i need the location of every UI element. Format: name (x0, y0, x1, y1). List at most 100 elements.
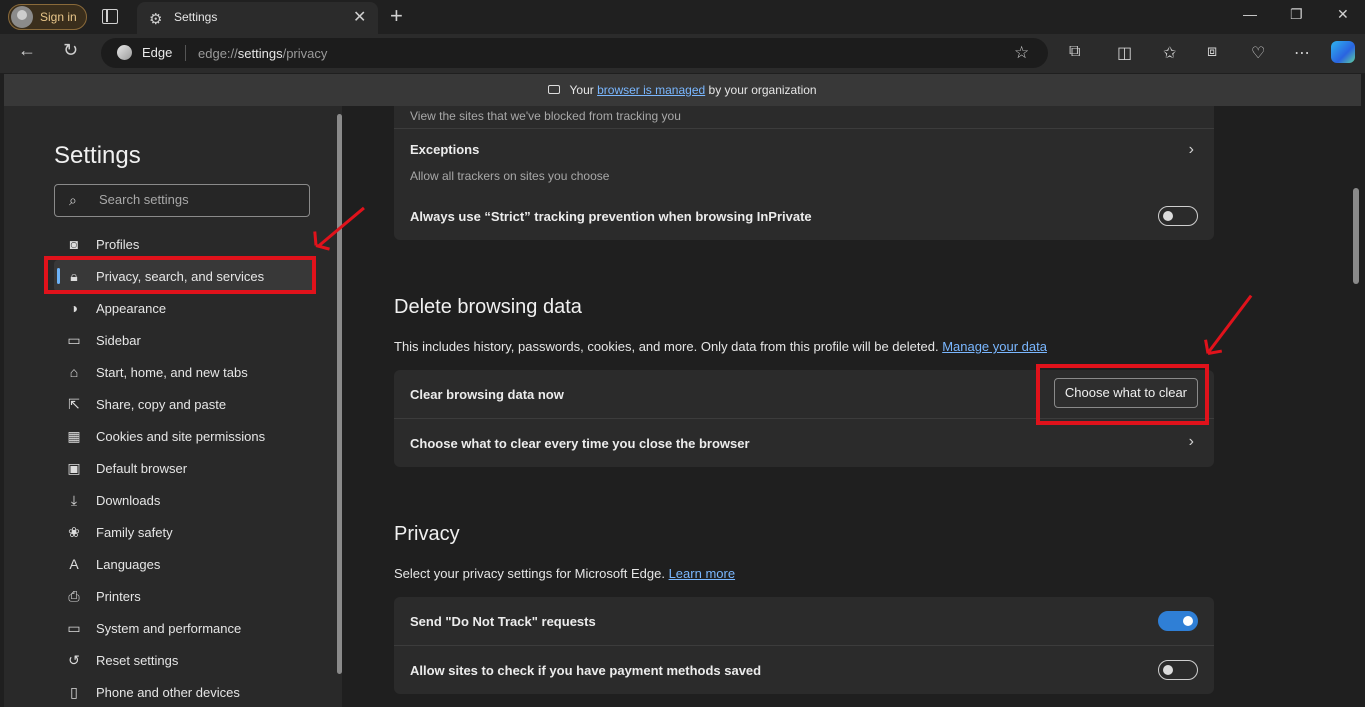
address-divider (185, 45, 186, 61)
do-not-track-label: Send "Do Not Track" requests (410, 614, 596, 629)
search-box[interactable]: ⌕ (54, 184, 310, 217)
clear-on-close-row[interactable]: Choose what to clear every time you clos… (394, 419, 1214, 467)
clear-now-label: Clear browsing data now (410, 387, 564, 402)
tab-settings[interactable]: ⚙ Settings ✕ (137, 2, 378, 34)
sign-in-label: Sign in (40, 10, 77, 24)
chevron-right-icon: › (1188, 141, 1194, 158)
sidebar-item-label: Phone and other devices (96, 685, 240, 700)
split-screen-icon[interactable]: ◫ (1117, 43, 1132, 63)
sidebar-item-downloads[interactable]: ⤓ Downloads (54, 484, 316, 516)
printer-icon: ⎙ (68, 588, 80, 604)
gear-icon: ⚙ (149, 11, 163, 28)
strict-inprivate-row: Always use “Strict” tracking prevention … (394, 191, 1214, 240)
strict-inprivate-label: Always use “Strict” tracking prevention … (410, 209, 812, 224)
manage-data-link[interactable]: Manage your data (942, 339, 1047, 354)
restore-icon[interactable]: ❐ (1290, 6, 1303, 23)
strict-inprivate-toggle[interactable] (1158, 206, 1198, 226)
copilot-icon[interactable] (1331, 41, 1355, 63)
sidebar-item-languages[interactable]: A Languages (54, 548, 316, 580)
sidebar-item-label: Downloads (96, 493, 161, 508)
sign-in-button[interactable]: Sign in (8, 4, 87, 30)
sidebar-item-label: Profiles (96, 237, 140, 252)
sidebar-icon: ▭ (67, 332, 81, 348)
url-text[interactable]: edge://settings/privacy (198, 46, 327, 61)
sidebar-item-printers[interactable]: ⎙ Printers (54, 580, 316, 612)
person-icon: ◙ (69, 236, 79, 252)
extensions-icon[interactable]: ⧉ (1069, 43, 1080, 61)
browser-essentials-icon[interactable]: ♡ (1251, 43, 1265, 63)
settings-sidebar: Settings ⌕ ◙ Profiles 🔒︎ Privacy, search… (4, 106, 342, 707)
favorite-star-icon[interactable]: ☆ (1014, 43, 1029, 63)
sidebar-item-label: Share, copy and paste (96, 397, 227, 412)
laptop-icon: ▭ (67, 620, 81, 636)
title-bar: Sign in ⚙ Settings ✕ + — ❐ ✕ (0, 0, 1365, 34)
briefcase-icon (548, 85, 561, 94)
banner-text-pre: Your (569, 83, 594, 97)
clear-on-close-label: Choose what to clear every time you clos… (410, 436, 750, 451)
search-input[interactable] (99, 192, 299, 207)
content-scrollbar[interactable] (1353, 188, 1359, 284)
exceptions-sub: Allow all trackers on sites you choose (410, 169, 610, 183)
phone-icon: ▯ (70, 684, 78, 700)
delete-data-heading: Delete browsing data (394, 296, 582, 318)
collections-icon[interactable]: ⧈ (1207, 43, 1217, 61)
blocked-trackers-row[interactable]: View the sites that we've blocked from t… (394, 106, 1214, 126)
home-icon: ⌂ (69, 364, 79, 380)
sidebar-item-sidebar[interactable]: ▭ Sidebar (54, 324, 316, 356)
share-icon: ⇱ (68, 396, 80, 412)
privacy-desc-text: Select your privacy settings for Microso… (394, 566, 665, 581)
privacy-card: Send "Do Not Track" requests Allow sites… (394, 597, 1214, 694)
delete-data-desc-text: This includes history, passwords, cookie… (394, 339, 939, 354)
favorites-icon[interactable]: ✩ (1163, 43, 1176, 63)
sidebar-item-label: Sidebar (96, 333, 141, 348)
sidebar-item-label: Appearance (96, 301, 167, 316)
more-options-icon[interactable]: ⋯ (1294, 43, 1310, 63)
sidebar-item-share[interactable]: ⇱ Share, copy and paste (54, 388, 316, 420)
managed-banner: Your browser is managed by your organiza… (4, 74, 1361, 106)
browser-managed-link[interactable]: browser is managed (597, 83, 705, 97)
sidebar-item-default-browser[interactable]: ▣ Default browser (54, 452, 316, 484)
toolbar: ← ↻ Edge edge://settings/privacy ☆ ⧉ ◫ ✩… (0, 34, 1365, 73)
new-tab-icon[interactable]: + (390, 3, 403, 29)
do-not-track-row: Send "Do Not Track" requests (394, 597, 1214, 645)
privacy-heading: Privacy (394, 523, 460, 545)
sidebar-item-label: Family safety (96, 525, 173, 540)
minimize-icon[interactable]: — (1243, 6, 1257, 22)
address-bar[interactable]: Edge edge://settings/privacy ☆ (101, 38, 1048, 68)
sidebar-item-phone[interactable]: ▯ Phone and other devices (54, 676, 316, 707)
sidebar-item-appearance[interactable]: ◑ Appearance (54, 292, 316, 324)
close-tab-icon[interactable]: ✕ (353, 7, 366, 27)
tab-actions-icon[interactable] (102, 9, 118, 24)
reset-icon: ↺ (68, 652, 80, 668)
tab-title: Settings (174, 10, 218, 24)
sidebar-item-label: Start, home, and new tabs (96, 365, 248, 380)
sidebar-item-label: Reset settings (96, 653, 179, 668)
sidebar-item-label: System and performance (96, 621, 242, 636)
sidebar-item-reset[interactable]: ↺ Reset settings (54, 644, 316, 676)
sidebar-item-system[interactable]: ▭ System and performance (54, 612, 316, 644)
payment-methods-row: Allow sites to check if you have payment… (394, 646, 1214, 694)
chevron-right-icon: › (1188, 433, 1194, 450)
sidebar-item-start-home[interactable]: ⌂ Start, home, and new tabs (54, 356, 316, 388)
edge-logo-icon (117, 45, 132, 60)
sidebar-item-cookies[interactable]: ▦ Cookies and site permissions (54, 420, 316, 452)
learn-more-link[interactable]: Learn more (669, 566, 735, 581)
sidebar-item-family-safety[interactable]: ❀ Family safety (54, 516, 316, 548)
exceptions-row[interactable]: Exceptions Allow all trackers on sites y… (394, 129, 1214, 191)
exceptions-label: Exceptions (410, 142, 480, 157)
avatar (11, 6, 33, 28)
sidebar-title: Settings (54, 142, 141, 169)
refresh-icon[interactable]: ↻ (63, 40, 78, 61)
cookie-icon: ▦ (67, 428, 81, 444)
payment-methods-toggle[interactable] (1158, 660, 1198, 680)
annotation-box-sidebar (44, 256, 316, 294)
browser-icon: ▣ (67, 460, 81, 476)
tracking-prevention-card: View the sites that we've blocked from t… (394, 106, 1214, 240)
close-window-icon[interactable]: ✕ (1337, 6, 1349, 23)
address-brand: Edge (142, 45, 173, 60)
banner-text-post: by your organization (708, 83, 817, 97)
sidebar-item-label: Cookies and site permissions (96, 429, 266, 444)
back-icon[interactable]: ← (18, 40, 36, 61)
do-not-track-toggle[interactable] (1158, 611, 1198, 631)
annotation-box-choose (1036, 364, 1209, 425)
